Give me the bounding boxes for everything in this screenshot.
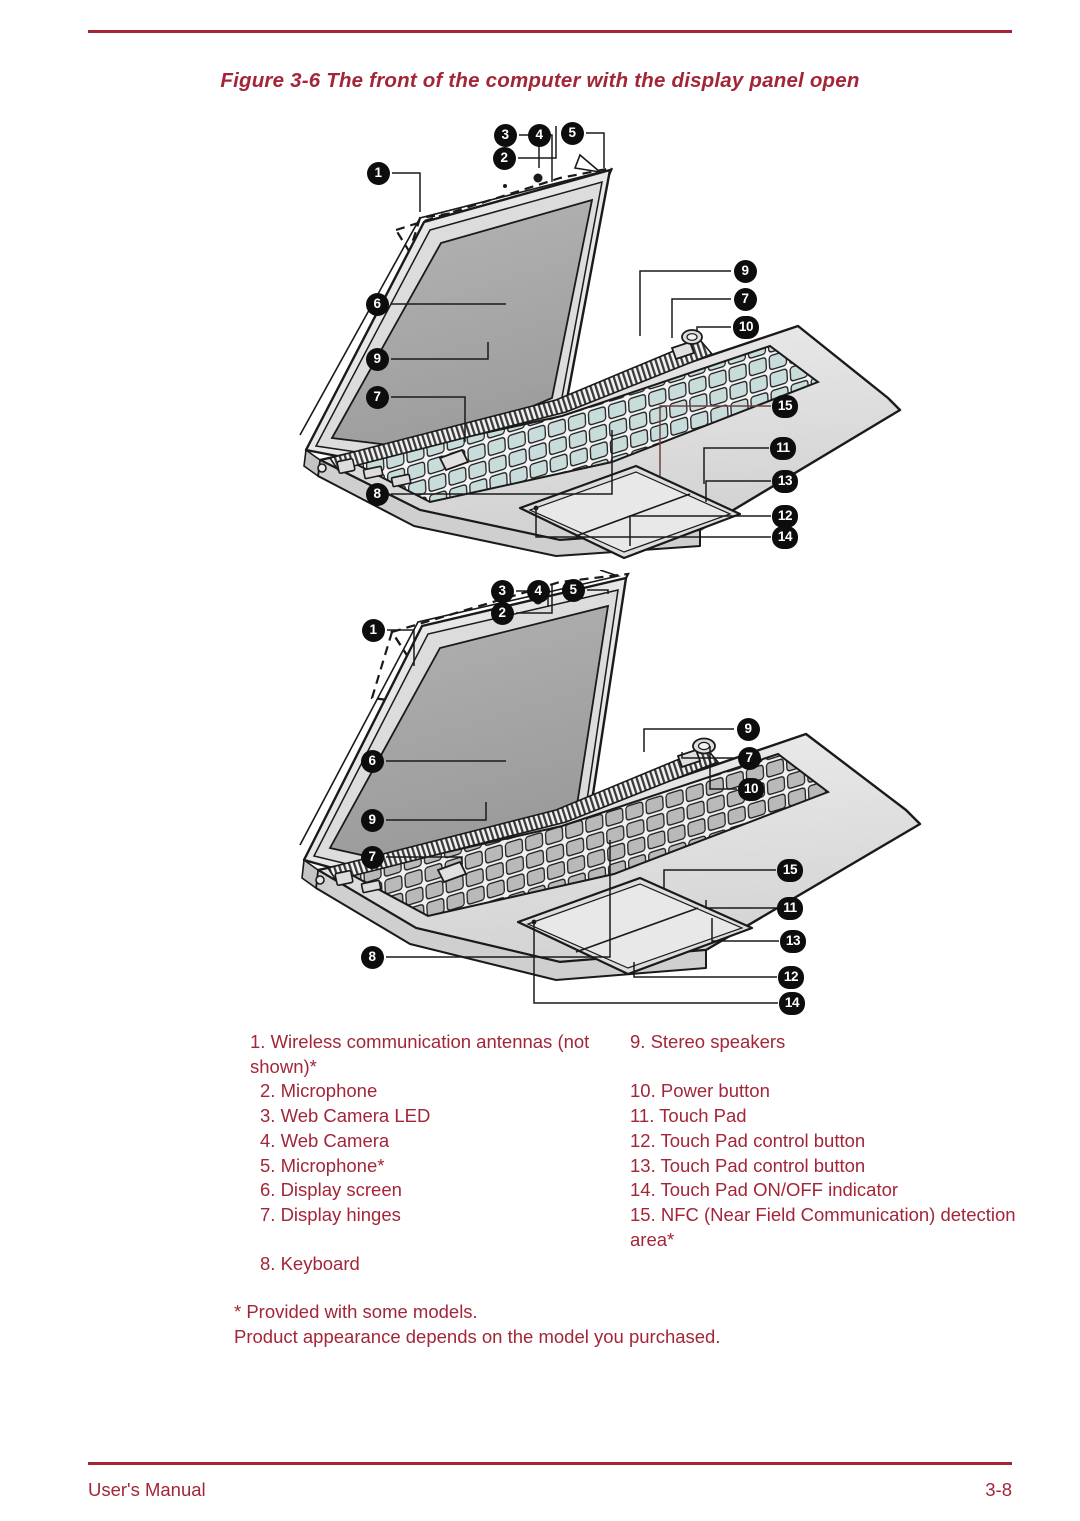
legend-item-15: 15. NFC (Near Field Communication) detec… (630, 1203, 1020, 1252)
figure-footnotes: * Provided with some models. Product app… (234, 1300, 1024, 1349)
legend-column-left: 1. Wireless communication antennas (not … (250, 1030, 630, 1277)
callout-marker-7: 7 (734, 288, 757, 311)
touch-pad-indicator-bottom (532, 920, 537, 925)
callout-marker-13: 13 (780, 930, 806, 953)
callout-marker-14: 14 (772, 526, 798, 549)
figure-illustration-bottom (0, 570, 1080, 1030)
callout-marker-8: 8 (366, 483, 389, 506)
callout-marker-3: 3 (494, 124, 517, 147)
callout-marker-2: 2 (491, 602, 514, 625)
callout-marker-5: 5 (562, 579, 585, 602)
callout-marker-8: 8 (361, 946, 384, 969)
web-camera-icon-top (534, 174, 543, 183)
legend-item-8: 8. Keyboard (250, 1252, 630, 1277)
manual-page: Figure 3-6 The front of the computer wit… (0, 0, 1080, 1521)
footer-manual-title: User's Manual (88, 1479, 206, 1501)
callout-marker-6: 6 (366, 293, 389, 316)
legend-spacer (250, 1228, 630, 1253)
footnote-product-appearance: Product appearance depends on the model … (234, 1325, 1024, 1350)
callout-marker-9: 9 (737, 718, 760, 741)
footnote-provided-with-some-models: * Provided with some models. (234, 1300, 1024, 1325)
legend-item-6: 6. Display screen (250, 1178, 630, 1203)
legend-item-4: 4. Web Camera (250, 1129, 630, 1154)
touch-pad-indicator-top (534, 506, 539, 511)
web-camera-led-icon-top (503, 184, 507, 188)
callout-marker-11: 11 (777, 897, 803, 920)
callout-marker-9: 9 (361, 809, 384, 832)
callout-marker-9: 9 (366, 348, 389, 371)
legend-item-1: 1. Wireless communication antennas (not … (250, 1030, 630, 1079)
legend-item-14: 14. Touch Pad ON/OFF indicator (630, 1178, 1020, 1203)
figure-caption: Figure 3-6 The front of the computer wit… (0, 69, 1080, 93)
callout-marker-9: 9 (734, 260, 757, 283)
callout-marker-4: 4 (527, 580, 550, 603)
callout-marker-5: 5 (561, 122, 584, 145)
callout-marker-13: 13 (772, 470, 798, 493)
webcam-cluster-top (503, 174, 543, 189)
legend-item-5: 5. Microphone* (250, 1154, 630, 1179)
callout-marker-12: 12 (778, 966, 804, 989)
header-rule (88, 30, 1012, 33)
figure-illustration-top (0, 110, 1080, 560)
legend-spacer-right (630, 1055, 1020, 1080)
legend-item-7: 7. Display hinges (250, 1203, 630, 1228)
callout-marker-15: 15 (777, 859, 803, 882)
callout-marker-12: 12 (772, 505, 798, 528)
legend-item-3: 3. Web Camera LED (250, 1104, 630, 1129)
laptop-diagram-bottom (0, 570, 1080, 1030)
power-button-bottom (693, 739, 715, 754)
footer-page-number: 3-8 (912, 1479, 1012, 1501)
legend-item-13: 13. Touch Pad control button (630, 1154, 1020, 1179)
legend-column-right: 9. Stereo speakers 10. Power button 11. … (630, 1030, 1020, 1252)
callout-marker-7: 7 (361, 846, 384, 869)
laptop-diagram-top (0, 110, 1080, 560)
callout-marker-7: 7 (366, 386, 389, 409)
callout-marker-6: 6 (361, 750, 384, 773)
callout-marker-4: 4 (528, 124, 551, 147)
legend-item-10: 10. Power button (630, 1079, 1020, 1104)
legend-item-2: 2. Microphone (250, 1079, 630, 1104)
power-button-top (682, 330, 702, 344)
callout-marker-14: 14 (779, 992, 805, 1015)
legend-item-11: 11. Touch Pad (630, 1104, 1020, 1129)
callout-marker-11: 11 (770, 437, 796, 460)
callout-marker-7: 7 (738, 747, 761, 770)
callout-marker-2: 2 (493, 147, 516, 170)
callout-marker-1: 1 (362, 619, 385, 642)
legend-item-12: 12. Touch Pad control button (630, 1129, 1020, 1154)
footer-rule (88, 1462, 1012, 1465)
legend-item-9: 9. Stereo speakers (630, 1030, 1020, 1055)
callout-marker-15: 15 (772, 395, 798, 418)
callout-marker-10: 10 (733, 316, 759, 339)
callout-marker-1: 1 (367, 162, 390, 185)
callout-marker-3: 3 (491, 580, 514, 603)
callout-marker-10: 10 (738, 778, 764, 801)
